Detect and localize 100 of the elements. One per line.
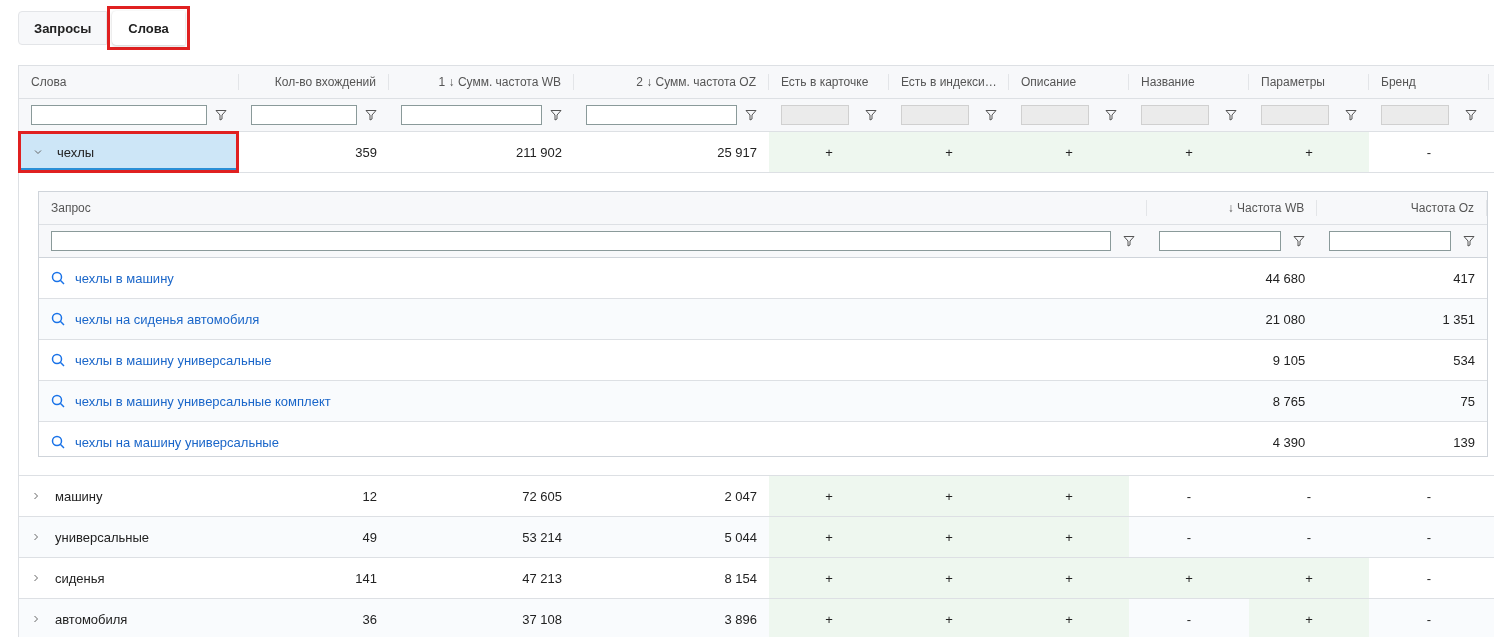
filter-icon[interactable]	[365, 109, 377, 121]
table-cell-text: -	[1185, 610, 1193, 629]
search-icon[interactable]	[51, 353, 65, 367]
word-text: автомобиля	[55, 611, 128, 627]
column-header[interactable]: Бренд	[1381, 75, 1416, 89]
table-cell-text: -	[1425, 610, 1433, 629]
query-link[interactable]: чехлы в машину	[75, 270, 174, 286]
filter-input[interactable]	[1329, 231, 1451, 251]
filter-icon[interactable]	[1463, 235, 1475, 247]
column-header[interactable]: Параметры	[1261, 75, 1325, 89]
table-cell-text: 534	[1452, 351, 1476, 370]
table-cell-text: 53 214	[521, 528, 563, 547]
search-icon[interactable]	[51, 394, 65, 408]
table-cell: +	[889, 599, 1009, 637]
table-cell-text: 47 213	[521, 569, 563, 588]
table-cell-text: -	[1425, 528, 1433, 547]
column-header[interactable]: Кол-во вхождений	[274, 75, 376, 89]
filter-icon[interactable]	[745, 109, 757, 121]
column-header[interactable]: Частота Oz	[1410, 201, 1474, 215]
column-header[interactable]: Описание	[1021, 75, 1077, 89]
column-header[interactable]: Есть в индекси…	[901, 75, 997, 89]
filter-input[interactable]	[401, 105, 542, 125]
table-cell: +	[769, 132, 889, 172]
tab[interactable]: Слова	[112, 11, 185, 45]
filter-icon[interactable]	[550, 109, 562, 121]
table-cell-text: 139	[1452, 433, 1476, 452]
table-cell-text: 4 390	[1271, 433, 1307, 452]
table-cell-text: 5 044	[723, 528, 758, 547]
table-cell-text: -	[1425, 569, 1433, 588]
filter-input[interactable]	[586, 105, 737, 125]
table-cell: +	[1009, 517, 1129, 557]
table-cell: +	[1249, 599, 1369, 637]
search-icon[interactable]	[51, 271, 65, 285]
table-cell-text: -	[1305, 528, 1313, 547]
search-icon[interactable]	[51, 435, 65, 449]
table-cell-text: 44 680	[1264, 269, 1307, 288]
filter-icon[interactable]	[865, 109, 877, 121]
table-cell-text: 9 105	[1271, 351, 1307, 370]
query-link[interactable]: чехлы на сиденья автомобиля	[75, 311, 260, 327]
table-cell: +	[769, 599, 889, 637]
table-cell-text: 72 605	[521, 487, 563, 506]
filter-icon[interactable]	[1123, 235, 1136, 247]
table-cell-text: 211 902	[514, 143, 563, 162]
column-header[interactable]: 2 ↓ Сумм. частота OZ	[636, 75, 756, 89]
table-cell[interactable]: сиденья	[19, 558, 239, 598]
column-header[interactable]: ↓ Частота WB	[1227, 201, 1305, 215]
query-link[interactable]: чехлы в машину универсальные	[75, 352, 272, 368]
table-cell-text: 49	[361, 528, 378, 547]
column-header[interactable]: Есть в карточке	[781, 75, 869, 89]
query-link[interactable]: чехлы в машину универсальные комплект	[75, 393, 331, 409]
column-header[interactable]: Запрос	[51, 201, 91, 215]
table-cell: +	[1009, 599, 1129, 637]
filter-icon[interactable]	[215, 109, 227, 121]
filter-input[interactable]	[51, 231, 1112, 251]
table-cell[interactable]: автомобиля	[19, 599, 239, 637]
table-cell-text: -	[1185, 487, 1193, 506]
table-cell: +	[1129, 132, 1249, 172]
filter-input[interactable]	[1159, 231, 1282, 251]
table-cell-text: 8 154	[723, 569, 758, 588]
table-cell: +	[769, 517, 889, 557]
table-cell: +	[1009, 476, 1129, 516]
filter-input[interactable]	[251, 105, 357, 125]
query-link[interactable]: чехлы на машину универсальные	[75, 434, 279, 450]
table-cell-text: 1 351	[1441, 310, 1476, 329]
table-cell: +	[889, 517, 1009, 557]
table-cell-text: 8 765	[1271, 392, 1307, 411]
word-text: чехлы	[57, 144, 95, 160]
table-cell: +	[889, 476, 1009, 516]
table-cell[interactable]: машину	[19, 476, 239, 516]
filter-icon[interactable]	[1225, 109, 1237, 121]
table-cell: +	[1249, 558, 1369, 598]
table-cell: +	[1249, 132, 1369, 172]
filter-input[interactable]	[31, 105, 207, 125]
table-cell-text: 75	[1459, 392, 1476, 411]
table-cell: +	[1129, 558, 1249, 598]
table-cell-text: 359	[354, 143, 378, 162]
table-cell[interactable]: универсальные	[19, 517, 239, 557]
filter-icon[interactable]	[1465, 109, 1477, 121]
table-cell-text: 37 108	[521, 610, 563, 629]
table-cell[interactable]: чехлы	[18, 131, 239, 173]
table-cell: +	[769, 558, 889, 598]
filter-icon[interactable]	[1345, 109, 1357, 121]
tab[interactable]: Запросы	[18, 11, 108, 45]
table-cell-text: 141	[354, 569, 378, 588]
filter-icon[interactable]	[985, 109, 997, 121]
search-icon[interactable]	[51, 312, 65, 326]
filter-icon[interactable]	[1105, 109, 1117, 121]
table-cell-text: -	[1185, 528, 1193, 547]
table-cell: +	[769, 476, 889, 516]
word-text: машину	[55, 488, 103, 504]
table-cell: +	[1009, 558, 1129, 598]
table-cell-text: -	[1425, 487, 1433, 506]
filter-icon[interactable]	[1293, 235, 1306, 247]
table-cell-text: 3 896	[723, 610, 758, 629]
table-cell: +	[889, 132, 1009, 172]
table-cell-text: 2 047	[723, 487, 758, 506]
table-cell-text: -	[1425, 143, 1433, 162]
column-header[interactable]: 1 ↓ Сумм. частота WB	[438, 75, 561, 89]
column-header[interactable]: Слова	[31, 75, 67, 89]
column-header[interactable]: Название	[1141, 75, 1195, 89]
